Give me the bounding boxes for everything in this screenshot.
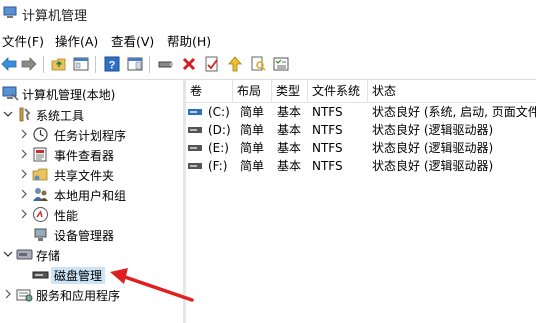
toolbar-separator [95,56,96,73]
window-title: 计算机管理 [22,9,88,24]
cell-status: 状态良好 (逻辑驱动器) [372,159,494,173]
cell-status: 状态良好 (逻辑驱动器) [372,123,494,137]
tree-item-label: 任务计划程序 [54,129,127,143]
event-viewer-icon [33,147,47,162]
forward-icon[interactable] [20,55,38,73]
tree-item-label: 性能 [54,209,79,223]
users-icon [33,188,48,201]
title-bar: 计算机管理 [0,0,536,26]
cell-type: 基本 [277,141,302,155]
list-header: 卷 布局 类型 文件系统 状态 [186,80,536,103]
cell-status: 状态良好 (系统, 启动, 页面文件 [372,105,536,119]
help-icon[interactable]: ? [103,55,121,73]
disk-icon [188,109,202,115]
cell-layout: 简单 [240,159,265,173]
console-tree: 计算机管理(本地) 系统工具 任务计划程序 事件查看器 共享文件夹 本地用户和组… [0,80,182,323]
chevron-right-icon[interactable] [18,147,30,161]
column-header-type[interactable]: 类型 [272,80,308,102]
cell-type: 基本 [277,159,302,173]
table-row[interactable]: (F:) 简单 基本 NTFS 状态良好 (逻辑驱动器) [186,157,536,175]
menu-action[interactable]: 操作(A) [55,31,98,50]
disk-icon [188,127,202,133]
menu-view[interactable]: 查看(V) [111,31,154,50]
cell-volume: (E:) [208,141,229,155]
chevron-right-icon[interactable] [18,187,30,201]
list-properties-icon[interactable] [272,55,290,73]
up-folder-icon[interactable] [50,55,68,73]
computer-management-icon [3,6,17,18]
up-arrow-icon[interactable] [226,55,244,73]
cell-volume: (D:) [208,123,231,137]
search-document-icon[interactable] [249,55,267,73]
tree-item-label: 共享文件夹 [54,169,115,183]
chevron-right-icon[interactable] [18,127,30,141]
column-header-filesystem[interactable]: 文件系统 [308,80,368,102]
connect-drive-icon[interactable] [157,55,175,73]
device-manager-icon [34,228,47,241]
toolbar-separator [149,56,150,73]
cell-type: 基本 [277,123,302,137]
cell-layout: 简单 [240,123,265,137]
services-icon [16,289,33,302]
column-header-status[interactable]: 状态 [368,80,536,102]
cell-layout: 简单 [240,105,265,119]
chevron-down-icon[interactable] [2,107,14,121]
disk-icon [188,145,202,151]
cell-status: 状态良好 (逻辑驱动器) [372,141,494,155]
disk-icon [32,271,49,279]
computer-management-icon [2,86,19,101]
cell-volume: (C:) [208,105,230,119]
table-row[interactable]: (D:) 简单 基本 NTFS 状态良好 (逻辑驱动器) [186,121,536,139]
chevron-right-icon[interactable] [18,167,30,181]
table-row[interactable]: (E:) 简单 基本 NTFS 状态良好 (逻辑驱动器) [186,139,536,157]
tree-item-label: 设备管理器 [54,229,115,243]
menu-file[interactable]: 文件(F) [2,31,44,50]
tree-item-label: 事件查看器 [54,149,115,163]
performance-icon [33,207,48,222]
show-hide-console-tree-icon[interactable] [72,55,90,73]
table-row[interactable]: (C:) 简单 基本 NTFS 状态良好 (系统, 启动, 页面文件 [186,103,536,121]
column-header-layout[interactable]: 布局 [233,80,272,102]
cell-filesystem: NTFS [312,159,343,173]
cell-filesystem: NTFS [312,141,343,155]
menu-bar: 文件(F) 操作(A) 查看(V) 帮助(H) [0,28,536,50]
tree-item-label: 存储 [36,249,61,263]
chevron-right-icon[interactable] [18,207,30,221]
tree-item-label: 计算机管理(本地) [22,88,116,102]
cell-layout: 简单 [240,141,265,155]
delete-icon[interactable] [180,55,198,73]
properties-pane-icon[interactable] [126,55,144,73]
menu-help[interactable]: 帮助(H) [167,31,211,50]
volume-list: 卷 布局 类型 文件系统 状态 (C:) 简单 基本 NTFS 状态良好 (系统… [186,80,536,323]
column-header-volume[interactable]: 卷 [186,80,233,102]
cell-volume: (F:) [208,159,228,173]
toolbar-separator [43,56,44,73]
storage-icon [16,249,33,260]
chevron-right-icon[interactable] [2,287,14,301]
back-icon[interactable] [0,55,18,73]
disk-icon [188,163,202,169]
cell-type: 基本 [277,105,302,119]
chevron-down-icon[interactable] [2,247,14,261]
cell-filesystem: NTFS [312,105,343,119]
clock-icon [33,127,48,142]
check-disk-icon[interactable] [203,55,221,73]
tree-item-label: 磁盘管理 [51,267,106,284]
tree-item-label: 本地用户和组 [54,189,127,203]
tree-item-label: 系统工具 [36,109,85,123]
toolbar: ? [0,52,536,78]
shared-folder-icon [32,168,48,181]
cell-filesystem: NTFS [312,123,343,137]
svg-text:?: ? [109,60,116,72]
tree-item-label: 服务和应用程序 [36,289,121,303]
tools-icon [19,107,31,122]
